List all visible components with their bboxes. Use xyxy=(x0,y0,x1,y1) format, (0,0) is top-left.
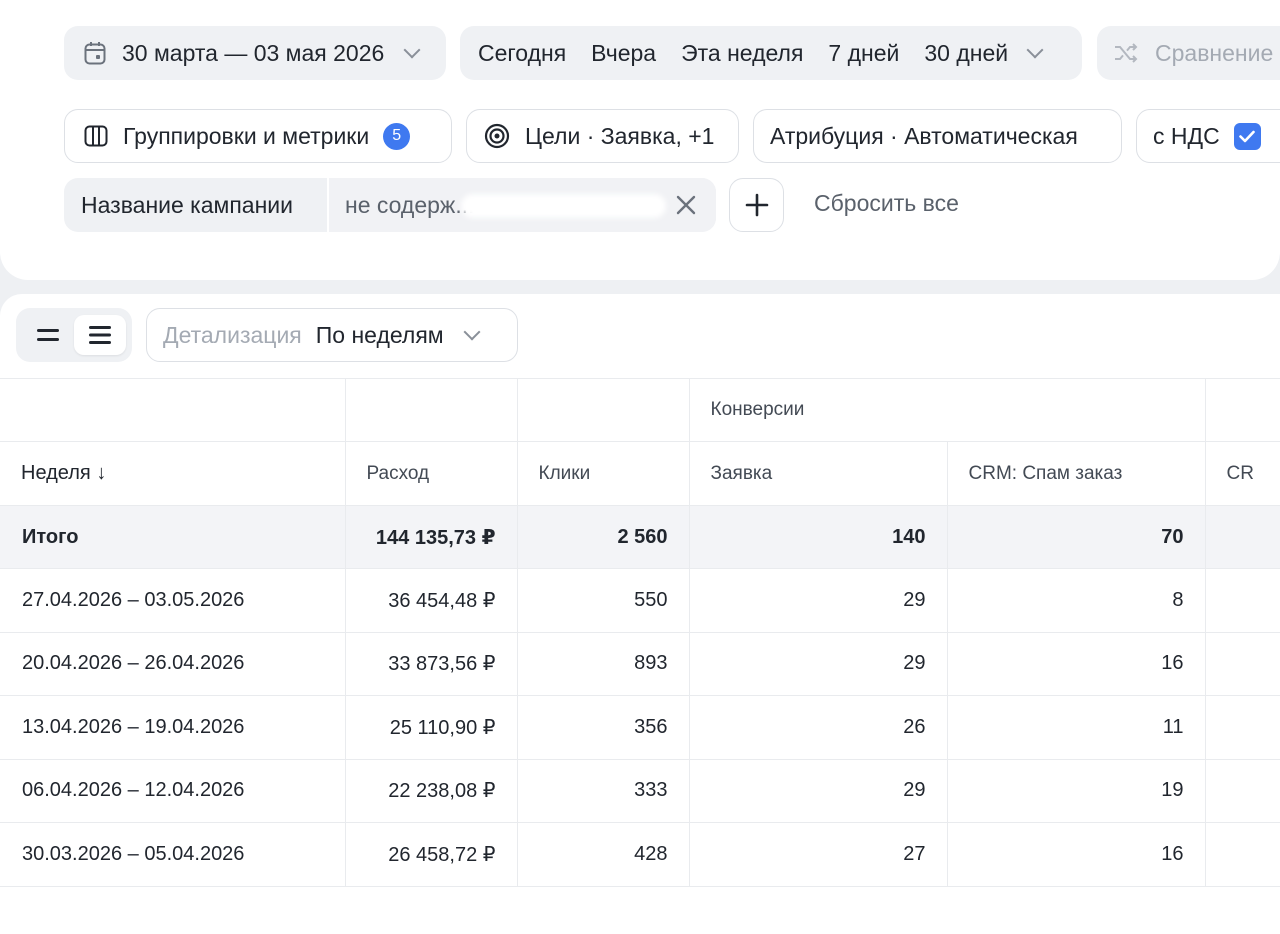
row-lead: 29 xyxy=(689,568,948,633)
row-clicks: 356 xyxy=(517,695,690,760)
total-clicks: 2 560 xyxy=(517,505,690,569)
row-crm-spam: 8 xyxy=(947,568,1206,633)
column-header-spend[interactable]: Расход xyxy=(345,441,518,506)
row-spend: 25 110,90 ₽ xyxy=(345,695,518,760)
attribution-label: Атрибуция · Автоматическая xyxy=(770,122,1078,149)
row-lead: 29 xyxy=(689,759,948,823)
table-total-row: Итого 144 135,73 ₽ 2 560 140 70 xyxy=(0,505,1280,569)
vat-label: с НДС xyxy=(1153,122,1220,149)
total-spend: 144 135,73 ₽ xyxy=(345,505,518,569)
row-clicks: 550 xyxy=(517,568,690,633)
row-week: 27.04.2026 – 03.05.2026 xyxy=(0,568,346,633)
date-range-picker[interactable]: 30 марта — 03 мая 2026 xyxy=(64,26,446,80)
row-crm-spam: 11 xyxy=(947,695,1206,760)
row-spend: 26 458,72 ₽ xyxy=(345,822,518,887)
compare-button[interactable]: Сравнение xyxy=(1097,26,1280,80)
detalization-value: По неделям xyxy=(315,321,444,348)
compact-lines-icon xyxy=(37,329,59,341)
row-clicks: 333 xyxy=(517,759,690,823)
row-week: 30.03.2026 – 05.04.2026 xyxy=(0,822,346,887)
row-week: 20.04.2026 – 26.04.2026 xyxy=(0,632,346,696)
column-header-crm-spam[interactable]: CRM: Спам заказ xyxy=(947,441,1206,506)
total-lead: 140 xyxy=(689,505,948,569)
table-row: 13.04.2026 – 19.04.2026 25 110,90 ₽ 356 … xyxy=(0,695,1280,760)
check-icon xyxy=(1239,130,1255,142)
total-cr xyxy=(1205,505,1280,569)
reset-all-button[interactable]: Сбросить все xyxy=(814,190,959,217)
total-crm-spam: 70 xyxy=(947,505,1206,569)
row-spend: 36 454,48 ₽ xyxy=(345,568,518,633)
add-filter-button[interactable] xyxy=(729,178,784,232)
report-panel: Детализация По неделям Конверсии Неделя … xyxy=(0,294,1280,934)
list-lines-icon xyxy=(89,326,111,344)
chevron-down-icon xyxy=(403,41,421,59)
row-week: 06.04.2026 – 12.04.2026 xyxy=(0,759,346,823)
row-lead: 26 xyxy=(689,695,948,760)
row-cr xyxy=(1205,822,1280,887)
campaign-name-filter[interactable]: Название кампании не содерж... xyxy=(64,178,716,232)
attribution-selector[interactable]: Атрибуция · Автоматическая xyxy=(753,109,1122,163)
close-icon[interactable] xyxy=(672,191,700,219)
normal-view-button[interactable] xyxy=(74,315,126,355)
stats-table: Конверсии Неделя ↓ Расход Клики Заявка C… xyxy=(0,378,1280,887)
shuffle-icon xyxy=(1113,43,1139,63)
row-crm-spam: 19 xyxy=(947,759,1206,823)
detalization-select[interactable]: Детализация По неделям xyxy=(146,308,518,362)
table-group-header-row: Конверсии xyxy=(0,378,1280,442)
row-lead: 27 xyxy=(689,822,948,887)
compact-view-button[interactable] xyxy=(22,315,74,355)
table-header-row: Неделя ↓ Расход Клики Заявка CRM: Спам з… xyxy=(0,441,1280,506)
calendar-icon xyxy=(82,41,108,65)
column-header-week[interactable]: Неделя ↓ xyxy=(0,441,346,506)
period-presets: Сегодня Вчера Эта неделя 7 дней 30 дней xyxy=(460,26,1082,80)
row-lead: 29 xyxy=(689,632,948,696)
chevron-down-icon[interactable] xyxy=(1026,41,1044,59)
filters-panel: 30 марта — 03 мая 2026 Сегодня Вчера Эта… xyxy=(0,0,1280,280)
plus-icon xyxy=(745,193,768,217)
total-label: Итого xyxy=(0,505,346,569)
column-header-cr[interactable]: CR xyxy=(1205,441,1280,506)
vat-toggle[interactable]: с НДС xyxy=(1136,109,1280,163)
vat-checkbox[interactable] xyxy=(1233,122,1261,150)
redaction-blur xyxy=(461,194,666,218)
row-density-toggle xyxy=(16,308,132,362)
conversions-group-header: Конверсии xyxy=(689,378,1206,442)
columns-icon xyxy=(83,125,109,147)
table-row: 20.04.2026 – 26.04.2026 33 873,56 ₽ 893 … xyxy=(0,632,1280,696)
row-cr xyxy=(1205,632,1280,696)
filter-field-label: Название кампании xyxy=(81,191,293,218)
period-7-days-button[interactable]: 7 дней xyxy=(828,40,899,67)
target-icon xyxy=(483,123,511,149)
compare-label: Сравнение xyxy=(1155,39,1274,66)
period-30-days-button[interactable]: 30 дней xyxy=(924,40,1008,67)
column-header-lead[interactable]: Заявка xyxy=(689,441,948,506)
row-spend: 22 238,08 ₽ xyxy=(345,759,518,823)
table-row: 27.04.2026 – 03.05.2026 36 454,48 ₽ 550 … xyxy=(0,568,1280,633)
table-row: 30.03.2026 – 05.04.2026 26 458,72 ₽ 428 … xyxy=(0,822,1280,887)
goals-label: Цели · Заявка, +1 xyxy=(525,122,715,149)
row-cr xyxy=(1205,759,1280,823)
groupings-count-badge: 5 xyxy=(383,122,411,150)
row-clicks: 428 xyxy=(517,822,690,887)
groupings-metrics-button[interactable]: Группировки и метрики 5 xyxy=(64,109,452,163)
period-yesterday-button[interactable]: Вчера xyxy=(591,40,656,67)
goals-selector[interactable]: Цели · Заявка, +1 xyxy=(466,109,739,163)
row-week: 13.04.2026 – 19.04.2026 xyxy=(0,695,346,760)
date-range-value: 30 марта — 03 мая 2026 xyxy=(122,39,385,66)
row-crm-spam: 16 xyxy=(947,632,1206,696)
row-clicks: 893 xyxy=(517,632,690,696)
groupings-label: Группировки и метрики xyxy=(123,122,370,149)
period-this-week-button[interactable]: Эта неделя xyxy=(681,40,803,67)
row-cr xyxy=(1205,695,1280,760)
table-row: 06.04.2026 – 12.04.2026 22 238,08 ₽ 333 … xyxy=(0,759,1280,823)
detalization-label: Детализация xyxy=(163,321,302,348)
row-spend: 33 873,56 ₽ xyxy=(345,632,518,696)
column-header-clicks[interactable]: Клики xyxy=(517,441,690,506)
period-today-button[interactable]: Сегодня xyxy=(478,40,566,67)
chevron-down-icon xyxy=(463,323,481,341)
row-crm-spam: 16 xyxy=(947,822,1206,887)
filter-condition-text: не содерж... xyxy=(345,191,475,218)
row-cr xyxy=(1205,568,1280,633)
